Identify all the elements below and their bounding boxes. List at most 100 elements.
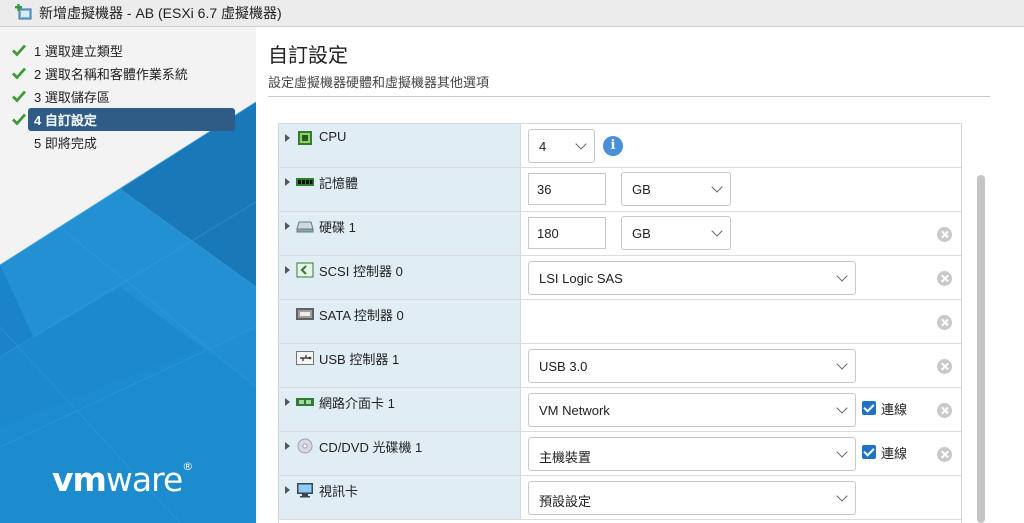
hardware-label-cell[interactable]: 網路介面卡 1 xyxy=(279,388,520,431)
vertical-scrollbar[interactable] xyxy=(974,175,988,523)
hardware-row-sata: SATA 控制器 0 xyxy=(279,300,961,344)
remove-device-icon[interactable] xyxy=(937,227,952,242)
connect-label: 連線 xyxy=(881,446,908,461)
expand-caret-icon[interactable] xyxy=(285,266,290,274)
new-vm-icon xyxy=(15,4,33,22)
hardware-row-cd-dvd: CD/DVD 光碟機 1 主機裝置 連線 xyxy=(279,432,961,476)
hardware-value-cell: VM Network 連線 xyxy=(520,388,961,431)
expand-caret-icon[interactable] xyxy=(285,178,290,186)
remove-device-icon[interactable] xyxy=(937,359,952,374)
virtual-hardware-table: CPU 4 i 記憶體 36 GB 硬碟 1 180 GB SCSI 控制器 0… xyxy=(278,123,962,523)
wizard-step-label: 5 即將完成 xyxy=(34,136,97,151)
hardware-value-cell: 36 GB xyxy=(520,168,961,211)
hard-disk-icon xyxy=(296,221,314,233)
expand-caret-icon[interactable] xyxy=(285,134,290,142)
hardware-row-hard-disk: 硬碟 1 180 GB xyxy=(279,212,961,256)
window-title: 新增虛擬機器 - AB (ESXi 6.7 虛擬機器) xyxy=(39,5,282,21)
hardware-row-memory: 記憶體 36 GB xyxy=(279,168,961,212)
disk-size-input[interactable]: 180 xyxy=(528,217,606,249)
remove-device-icon[interactable] xyxy=(937,447,952,462)
hardware-label: SCSI 控制器 0 xyxy=(319,264,403,279)
disk-unit-select[interactable]: GB xyxy=(621,216,731,250)
hardware-label: 網路介面卡 1 xyxy=(319,396,395,411)
hardware-label-cell[interactable]: 視訊卡 xyxy=(279,476,520,519)
expand-caret-icon[interactable] xyxy=(285,398,290,406)
remove-device-icon[interactable] xyxy=(937,271,952,286)
hardware-row-video: 視訊卡 預設設定 xyxy=(279,476,961,520)
hardware-value-cell xyxy=(520,300,961,343)
checkmark-icon xyxy=(12,67,27,80)
hardware-label: USB 控制器 1 xyxy=(319,352,400,367)
memory-unit-select[interactable]: GB xyxy=(621,172,731,206)
hardware-label: CD/DVD 光碟機 1 xyxy=(319,440,423,455)
wizard-step-4-active[interactable]: 4 自訂設定 xyxy=(0,108,256,131)
memory-size-input[interactable]: 36 xyxy=(528,173,606,205)
page-subtitle: 設定虛擬機器硬體和虛擬機器其他選項 xyxy=(268,75,490,90)
chevron-down-icon xyxy=(711,225,723,237)
hardware-value-cell: USB 3.0 xyxy=(520,344,961,387)
wizard-steps: 1 選取建立類型 2 選取名稱和客體作業系統 3 選取儲存區 4 自訂設定 5 … xyxy=(0,39,256,154)
chevron-down-icon xyxy=(836,490,848,502)
chevron-down-icon xyxy=(836,358,848,370)
wizard-step-3[interactable]: 3 選取儲存區 xyxy=(0,85,256,108)
hardware-label-cell[interactable]: 硬碟 1 xyxy=(279,212,520,255)
info-icon[interactable]: i xyxy=(603,136,623,156)
cd-dvd-source-select[interactable]: 主機裝置 xyxy=(528,437,856,471)
checkmark-icon xyxy=(12,90,27,103)
hardware-label-cell: SATA 控制器 0 xyxy=(279,300,520,343)
wizard-step-label: 3 選取儲存區 xyxy=(34,90,110,105)
hardware-value-cell: LSI Logic SAS xyxy=(520,256,961,299)
expand-caret-icon[interactable] xyxy=(285,222,290,230)
hardware-label-cell: USB 控制器 1 xyxy=(279,344,520,387)
scsi-controller-icon xyxy=(296,262,314,278)
remove-device-icon[interactable] xyxy=(937,315,952,330)
hardware-row-scsi: SCSI 控制器 0 LSI Logic SAS xyxy=(279,256,961,300)
expand-caret-icon[interactable] xyxy=(285,486,290,494)
hardware-label: 視訊卡 xyxy=(319,484,359,499)
main-panel: 自訂設定 設定虛擬機器硬體和虛擬機器其他選項 CPU 4 i 記憶體 36 GB… xyxy=(256,27,1024,523)
expand-caret-icon[interactable] xyxy=(285,442,290,450)
cd-dvd-icon xyxy=(297,438,313,454)
hardware-label: SATA 控制器 0 xyxy=(319,308,404,323)
video-settings-select[interactable]: 預設設定 xyxy=(528,481,856,515)
wizard-step-1[interactable]: 1 選取建立類型 xyxy=(0,39,256,62)
hardware-row-cpu: CPU 4 i xyxy=(279,124,961,168)
hardware-label-cell[interactable]: 記憶體 xyxy=(279,168,520,211)
wizard-sidebar: 1 選取建立類型 2 選取名稱和客體作業系統 3 選取儲存區 4 自訂設定 5 … xyxy=(0,27,256,523)
chevron-down-icon xyxy=(836,270,848,282)
connect-checkbox[interactable] xyxy=(862,445,876,459)
checkmark-icon xyxy=(12,44,27,57)
hardware-label-cell[interactable]: CD/DVD 光碟機 1 xyxy=(279,432,520,475)
usb-type-select[interactable]: USB 3.0 xyxy=(528,349,856,383)
cpu-count-select[interactable]: 4 xyxy=(528,129,595,163)
hardware-label: CPU xyxy=(319,129,347,144)
wizard-step-label: 2 選取名稱和客體作業系統 xyxy=(34,67,188,82)
hardware-row-usb: USB 控制器 1 USB 3.0 xyxy=(279,344,961,388)
scsi-type-select[interactable]: LSI Logic SAS xyxy=(528,261,856,295)
memory-icon xyxy=(296,178,314,186)
hardware-value-cell: 4 i xyxy=(520,124,961,167)
usb-icon xyxy=(296,351,314,365)
hardware-value-cell: 主機裝置 連線 xyxy=(520,432,961,475)
connect-checkbox[interactable] xyxy=(862,401,876,415)
chevron-down-icon xyxy=(711,181,723,193)
wizard-step-label: 4 自訂設定 xyxy=(34,113,97,128)
vmware-logo: vmware® xyxy=(52,460,193,499)
hardware-label: 記憶體 xyxy=(319,176,359,191)
chevron-down-icon xyxy=(836,446,848,458)
hardware-label: 硬碟 1 xyxy=(319,220,356,235)
window-title-bar: 新增虛擬機器 - AB (ESXi 6.7 虛擬機器) xyxy=(0,0,1024,27)
network-select[interactable]: VM Network xyxy=(528,393,856,427)
checkmark-icon xyxy=(12,113,27,126)
hardware-label-cell[interactable]: SCSI 控制器 0 xyxy=(279,256,520,299)
hardware-label-cell[interactable]: CPU xyxy=(279,124,520,167)
wizard-step-label: 1 選取建立類型 xyxy=(34,44,123,59)
sata-controller-icon xyxy=(296,308,314,320)
chevron-down-icon xyxy=(836,402,848,414)
scrollbar-thumb[interactable] xyxy=(977,175,985,523)
chevron-down-icon xyxy=(575,138,587,150)
hardware-row-network: 網路介面卡 1 VM Network 連線 xyxy=(279,388,961,432)
wizard-step-2[interactable]: 2 選取名稱和客體作業系統 xyxy=(0,62,256,85)
remove-device-icon[interactable] xyxy=(937,403,952,418)
hardware-value-cell: 180 GB xyxy=(520,212,961,255)
